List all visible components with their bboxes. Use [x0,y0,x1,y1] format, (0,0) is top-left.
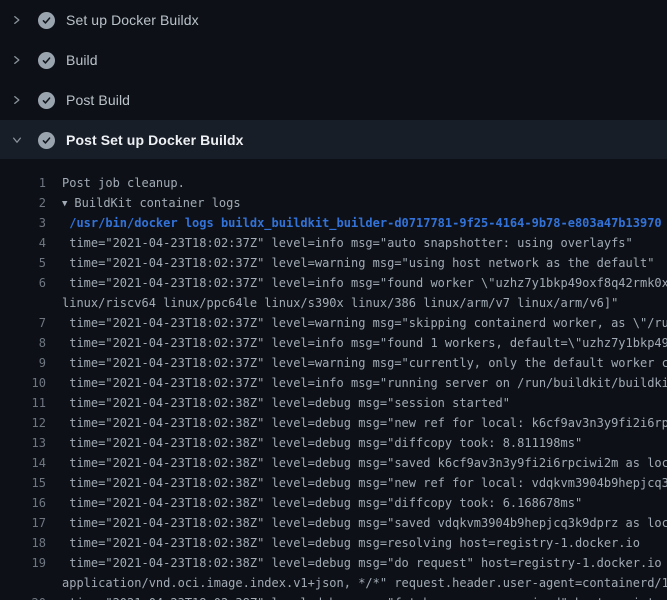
steps-list: Set up Docker Buildx Build [0,0,667,160]
log-line-text: time="2021-04-23T18:02:38Z" level=debug … [46,553,667,573]
line-number[interactable]: 3 [0,213,46,233]
line-number[interactable]: 15 [0,473,46,493]
chevron-icon [10,52,24,68]
step-header[interactable]: Post Build [0,80,667,120]
log-line-text: time="2021-04-23T18:02:37Z" level=warnin… [46,253,654,273]
line-number[interactable]: 7 [0,313,46,333]
log-row: 20 time="2021-04-23T18:02:38Z" level=deb… [0,593,667,600]
log-row: 13 time="2021-04-23T18:02:38Z" level=deb… [0,433,667,453]
log-line-text: time="2021-04-23T18:02:38Z" level=debug … [46,393,510,413]
log-line-text: time="2021-04-23T18:02:38Z" level=debug … [46,473,667,493]
chevron-icon [10,132,24,148]
log-area: 1 Post job cleanup. 2 ▼BuildKit containe… [0,160,667,600]
log-row: 1 Post job cleanup. [0,173,667,193]
chevron-right-icon [11,94,23,106]
step-header[interactable]: Post Set up Docker Buildx [0,120,667,160]
line-number[interactable]: 19 [0,553,46,573]
check-circle-icon [38,92,55,109]
log-row: 6 time="2021-04-23T18:02:37Z" level=info… [0,273,667,293]
log-line-text: time="2021-04-23T18:02:38Z" level=debug … [46,453,667,473]
log-row: 14 time="2021-04-23T18:02:38Z" level=deb… [0,453,667,473]
log-line-text: time="2021-04-23T18:02:37Z" level=info m… [46,233,633,253]
log-line-text: time="2021-04-23T18:02:37Z" level=info m… [46,373,667,393]
line-number[interactable]: 4 [0,233,46,253]
line-number[interactable]: 8 [0,333,46,353]
log-row: 16 time="2021-04-23T18:02:38Z" level=deb… [0,493,667,513]
step-label: Post Set up Docker Buildx [66,132,244,148]
log-row: 9 time="2021-04-23T18:02:37Z" level=warn… [0,353,667,373]
line-number[interactable]: 14 [0,453,46,473]
log-line-text: time="2021-04-23T18:02:38Z" level=debug … [46,493,582,513]
check-circle-icon [38,132,55,149]
log-line-text: /usr/bin/docker logs buildx_buildkit_bui… [46,213,662,233]
check-circle-icon [38,12,55,29]
check-circle-icon [38,52,55,69]
chevron-right-icon [11,14,23,26]
log-line-text: time="2021-04-23T18:02:38Z" level=debug … [46,593,667,600]
log-group-toggle-icon[interactable]: ▼ [62,194,67,214]
step-label: Build [66,52,98,68]
line-number[interactable]: 10 [0,373,46,393]
log-line-text: time="2021-04-23T18:02:38Z" level=debug … [46,513,667,533]
line-number[interactable]: 6 [0,273,46,293]
line-number[interactable]: 2 [0,193,46,213]
log-row: application/vnd.oci.image.index.v1+json,… [0,573,667,593]
chevron-icon [10,12,24,28]
log-row: 18 time="2021-04-23T18:02:38Z" level=deb… [0,533,667,553]
log-line-text: linux/riscv64 linux/ppc64le linux/s390x … [46,293,618,313]
step-header[interactable]: Build [0,40,667,80]
log-line-text: time="2021-04-23T18:02:38Z" level=debug … [46,533,640,553]
log-row: 5 time="2021-04-23T18:02:37Z" level=warn… [0,253,667,273]
step-label: Set up Docker Buildx [66,12,199,28]
line-number[interactable] [0,573,46,593]
log-line-text: time="2021-04-23T18:02:37Z" level=warnin… [46,353,667,373]
line-number[interactable]: 1 [0,173,46,193]
chevron-down-icon [11,134,23,146]
log-line-text: application/vnd.oci.image.index.v1+json,… [46,573,667,593]
log-row: linux/riscv64 linux/ppc64le linux/s390x … [0,293,667,313]
log-line-text: time="2021-04-23T18:02:38Z" level=debug … [46,433,582,453]
log-line-text: time="2021-04-23T18:02:37Z" level=warnin… [46,313,667,333]
log-line-text: Post job cleanup. [46,173,185,193]
log-row: 7 time="2021-04-23T18:02:37Z" level=warn… [0,313,667,333]
line-number[interactable]: 20 [0,593,46,600]
log-row: 15 time="2021-04-23T18:02:38Z" level=deb… [0,473,667,493]
log-row: 17 time="2021-04-23T18:02:38Z" level=deb… [0,513,667,533]
line-number[interactable]: 11 [0,393,46,413]
log-line-text: time="2021-04-23T18:02:37Z" level=info m… [46,273,667,293]
line-number[interactable]: 16 [0,493,46,513]
log-row: 19 time="2021-04-23T18:02:38Z" level=deb… [0,553,667,573]
log-row: 3 /usr/bin/docker logs buildx_buildkit_b… [0,213,667,233]
line-number[interactable]: 5 [0,253,46,273]
line-number[interactable]: 12 [0,413,46,433]
log-row: 12 time="2021-04-23T18:02:38Z" level=deb… [0,413,667,433]
line-number[interactable]: 9 [0,353,46,373]
line-number[interactable]: 18 [0,533,46,553]
log-row: 10 time="2021-04-23T18:02:37Z" level=inf… [0,373,667,393]
line-number[interactable]: 13 [0,433,46,453]
step-label: Post Build [66,92,130,108]
log-line-text: time="2021-04-23T18:02:37Z" level=info m… [46,333,667,353]
line-number[interactable] [0,293,46,313]
actions-log-viewer: { "colors": { "bg": "#0d1117", "header_b… [0,0,667,600]
line-number[interactable]: 17 [0,513,46,533]
log-line-text: ▼BuildKit container logs [46,193,241,213]
step-header[interactable]: Set up Docker Buildx [0,0,667,40]
log-row: 11 time="2021-04-23T18:02:38Z" level=deb… [0,393,667,413]
log-row: 8 time="2021-04-23T18:02:37Z" level=info… [0,333,667,353]
log-row: 2 ▼BuildKit container logs [0,193,667,213]
chevron-right-icon [11,54,23,66]
log-row: 4 time="2021-04-23T18:02:37Z" level=info… [0,233,667,253]
log-line-text: time="2021-04-23T18:02:38Z" level=debug … [46,413,667,433]
chevron-icon [10,92,24,108]
